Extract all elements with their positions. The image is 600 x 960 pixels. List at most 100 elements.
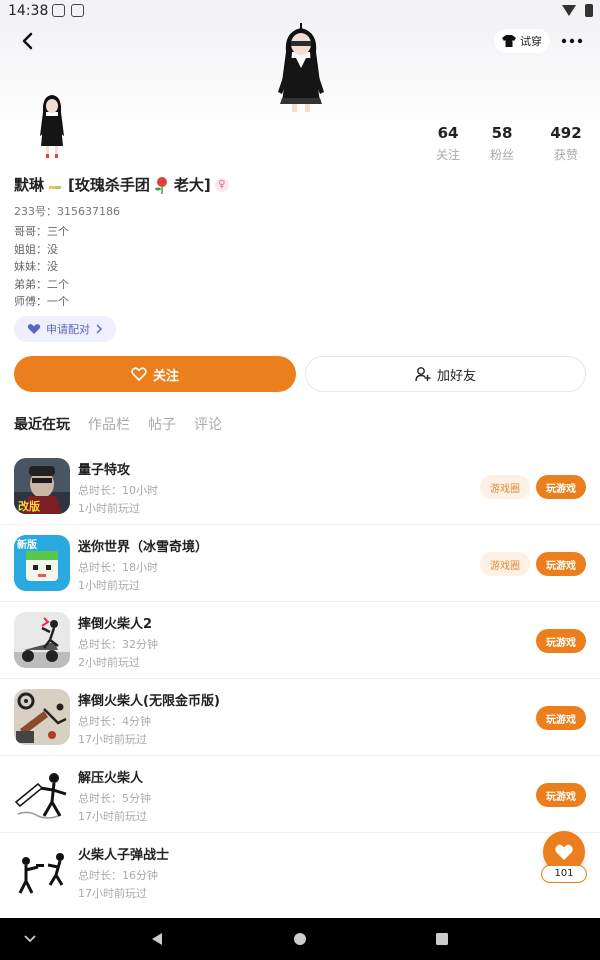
heart-outline-icon xyxy=(131,367,147,381)
stat-value: 492 xyxy=(550,124,582,142)
home-circle-icon xyxy=(294,933,306,945)
avatar-character-large[interactable] xyxy=(266,22,336,114)
game-name: 摔倒火柴人(无限金币版) xyxy=(78,694,220,709)
game-row[interactable]: 摔倒火柴人2 总时长：32分钟 2小时前玩过 玩游戏 xyxy=(0,602,600,679)
game-icon-stress-stickman xyxy=(14,766,70,822)
game-last-played: 1小时前玩过 xyxy=(78,579,140,592)
tab-comments[interactable]: 评论 xyxy=(194,414,222,438)
stat-value: 58 xyxy=(491,124,513,142)
tab-recent-played[interactable]: 最近在玩 xyxy=(14,414,70,438)
stat-label: 关注 xyxy=(435,148,460,162)
play-game-button[interactable]: 玩游戏 xyxy=(536,783,586,807)
game-last-played: 2小时前玩过 xyxy=(78,656,140,669)
wifi-icon xyxy=(562,5,576,16)
stat-likes[interactable]: 492 获赞 xyxy=(536,124,596,163)
system-navigation-bar xyxy=(0,918,600,960)
back-button[interactable] xyxy=(14,30,42,52)
game-row[interactable]: 改版 量子特攻 总时长：10小时 1小时前玩过 游戏圈 玩游戏 xyxy=(0,448,600,525)
game-circle-button[interactable]: 游戏圈 xyxy=(480,552,530,576)
bio-line: 哥哥：三个 xyxy=(14,225,69,238)
follow-button[interactable]: 关注 xyxy=(14,356,296,392)
game-name: 量子特攻 xyxy=(78,463,131,478)
username-part: 默琳 xyxy=(14,176,45,194)
game-row[interactable]: 解压火柴人 总时长：5分钟 17小时前玩过 玩游戏 xyxy=(0,756,600,833)
play-game-button[interactable]: 玩游戏 xyxy=(536,629,586,653)
game-icon-text: 改版 xyxy=(18,499,40,513)
tab-posts[interactable]: 帖子 xyxy=(148,414,176,438)
username-part: [玫瑰杀手团 xyxy=(68,176,150,194)
game-last-played: 17小时前玩过 xyxy=(78,810,147,823)
game-last-played: 1小时前玩过 xyxy=(78,502,140,515)
like-count-badge: 101 xyxy=(541,865,587,883)
stat-following[interactable]: 64 关注 xyxy=(418,124,478,163)
game-circle-button[interactable]: 游戏圈 xyxy=(480,475,530,499)
female-gender-icon: ♀ xyxy=(214,177,229,192)
play-game-button[interactable]: 玩游戏 xyxy=(536,475,586,499)
game-row[interactable]: 新版 迷你世界（冰雪奇境） 总时长：18小时 1小时前玩过 游戏圈 玩游戏 xyxy=(0,525,600,602)
status-time: 14:38 xyxy=(8,3,49,19)
battery-icon xyxy=(585,4,593,17)
avatar-character-small[interactable] xyxy=(30,92,74,160)
bio-line: 妹妹：没 xyxy=(14,260,58,273)
apply-pair-button[interactable]: 申请配对 xyxy=(14,316,116,342)
game-icon-stickman-fall-2 xyxy=(14,612,70,668)
game-icon-quantum: 改版 xyxy=(14,458,70,514)
stat-fans[interactable]: 58 粉丝 xyxy=(472,124,532,163)
nav-recents-button[interactable] xyxy=(412,918,472,960)
stat-label: 粉丝 xyxy=(489,148,514,162)
hearts-icon xyxy=(27,324,41,334)
tshirt-icon xyxy=(502,35,516,47)
username-part: 老大] xyxy=(173,176,211,194)
play-game-button[interactable]: 玩游戏 xyxy=(536,706,586,730)
game-name: 迷你世界（冰雪奇境） xyxy=(78,540,209,555)
bio-line: 师傅：一个 xyxy=(14,295,69,308)
game-last-played: 17小时前玩过 xyxy=(78,733,147,746)
emoji-flag-icon xyxy=(49,185,62,189)
game-icon-stickman-fall-unlimited xyxy=(14,689,70,745)
cat-notification-icon xyxy=(52,4,65,17)
bio-line: 弟弟：二个 xyxy=(14,277,69,291)
username: 默琳 [玫瑰杀手团 老大] ♀ xyxy=(14,174,229,195)
user-bio: 哥哥：三个 姐姐：没 妹妹：没 弟弟：二个 师傅：一个 xyxy=(14,223,69,311)
follow-label: 关注 xyxy=(152,368,179,384)
user-id: 233号：315637186 xyxy=(14,205,120,218)
stat-value: 64 xyxy=(437,124,459,142)
add-friend-label: 加好友 xyxy=(436,368,476,384)
nav-back-button[interactable] xyxy=(127,918,187,960)
game-duration: 总时长：4分钟 xyxy=(78,715,151,728)
game-name: 火柴人子弹战士 xyxy=(78,848,170,863)
status-bar: 14:38 xyxy=(0,0,600,22)
game-duration: 总时长：5分钟 xyxy=(78,792,151,805)
more-dots-icon xyxy=(561,38,583,44)
play-game-button[interactable]: 玩游戏 xyxy=(536,552,586,576)
tryon-label: 试穿 xyxy=(520,35,542,48)
game-duration: 总时长：16分钟 xyxy=(78,869,158,882)
back-triangle-icon xyxy=(152,933,162,945)
game-duration: 总时长：10小时 xyxy=(78,484,158,497)
add-friend-button[interactable]: 加好友 xyxy=(305,356,586,392)
game-row[interactable]: 火柴人子弹战士 总时长：16分钟 17小时前玩过 xyxy=(0,833,600,910)
nav-hide-button[interactable] xyxy=(0,918,60,960)
tab-works[interactable]: 作品栏 xyxy=(88,414,130,438)
game-icon-mini-world: 新版 xyxy=(14,535,70,591)
game-duration: 总时长：32分钟 xyxy=(78,638,158,651)
heart-icon xyxy=(555,844,573,860)
game-name: 摔倒火柴人2 xyxy=(78,617,153,632)
nav-home-button[interactable] xyxy=(270,918,330,960)
rose-icon xyxy=(154,176,167,194)
game-row[interactable]: 摔倒火柴人(无限金币版) 总时长：4分钟 17小时前玩过 玩游戏 xyxy=(0,679,600,756)
add-user-icon xyxy=(415,367,431,382)
more-button[interactable] xyxy=(556,30,588,52)
chevron-left-icon xyxy=(22,32,33,50)
profile-tabs: 最近在玩 作品栏 帖子 评论 xyxy=(14,414,222,438)
game-icon-stickman-bullet xyxy=(14,843,70,899)
game-duration: 总时长：18小时 xyxy=(78,561,158,574)
profile-stats: 64 关注 58 粉丝 492 获赞 xyxy=(418,124,590,164)
bio-line: 姐姐：没 xyxy=(14,242,58,256)
app-notification-icon xyxy=(71,4,84,17)
stat-label: 获赞 xyxy=(553,148,578,162)
game-last-played: 17小时前玩过 xyxy=(78,887,147,900)
game-icon-text: 新版 xyxy=(17,538,37,551)
tryon-button[interactable]: 试穿 xyxy=(494,29,550,53)
chevron-right-icon xyxy=(96,324,102,334)
